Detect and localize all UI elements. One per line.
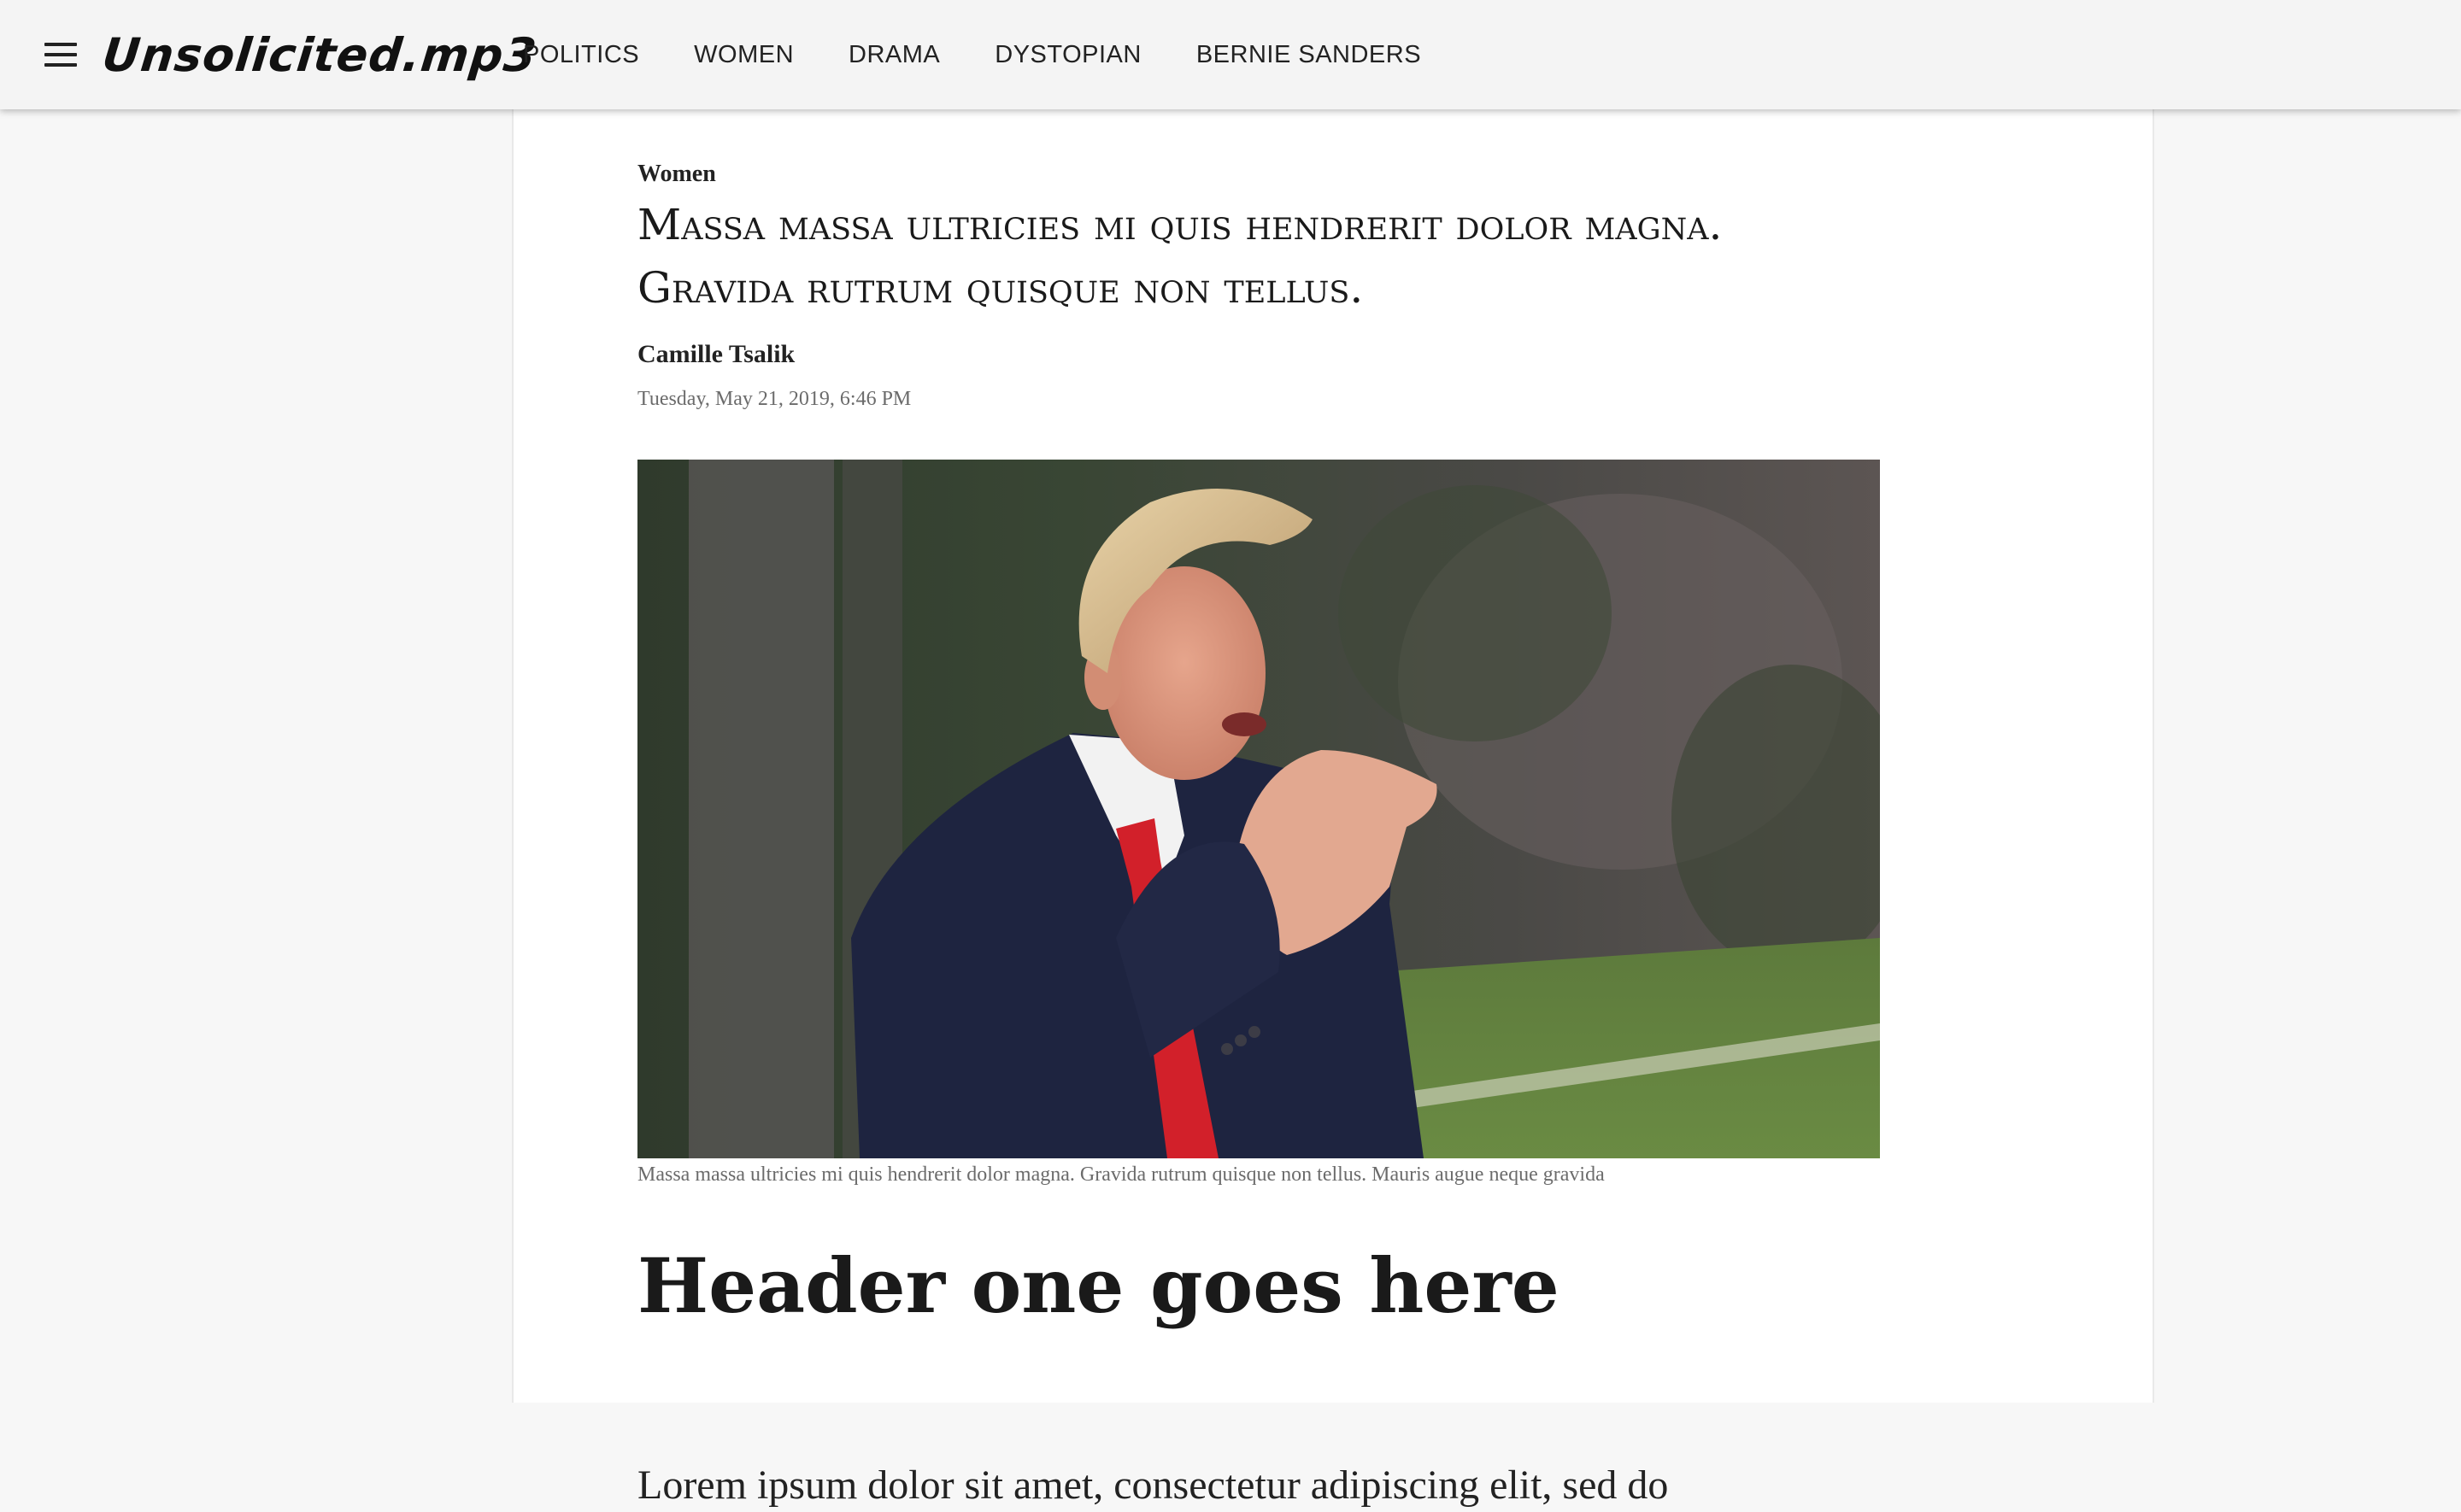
section-heading: Header one goes here — [637, 1241, 1559, 1330]
site-logo[interactable]: Unsolicited.mp3 — [99, 26, 540, 85]
main-nav: POLITICS WOMEN DRAMA DYSTOPIAN BERNIE SA… — [523, 0, 1476, 109]
nav-item-drama[interactable]: DRAMA — [849, 41, 940, 69]
article-category-link[interactable]: Women — [637, 161, 716, 188]
hero-image — [637, 460, 1880, 1158]
article-author-link[interactable]: Camille Tsalik — [637, 340, 795, 369]
top-navigation-bar: Unsolicited.mp3 POLITICS WOMEN DRAMA DYS… — [0, 0, 2461, 109]
nav-item-politics[interactable]: POLITICS — [523, 41, 639, 69]
hamburger-menu-icon[interactable] — [44, 43, 77, 67]
article-headline: Massa massa ultricies mi quis hendrerit … — [637, 200, 1723, 313]
article-body-paragraph: Lorem ipsum dolor sit amet, consectetur … — [637, 1462, 1669, 1508]
nav-item-bernie-sanders[interactable]: BERNIE SANDERS — [1196, 41, 1421, 69]
article-container: Women Massa massa ultricies mi quis hend… — [512, 109, 2154, 1508]
nav-item-dystopian[interactable]: DYSTOPIAN — [995, 41, 1142, 69]
nav-item-women[interactable]: WOMEN — [694, 41, 794, 69]
hero-image-caption: Massa massa ultricies mi quis hendrerit … — [637, 1163, 1605, 1186]
article-date: Tuesday, May 21, 2019, 6:46 PM — [637, 388, 912, 410]
